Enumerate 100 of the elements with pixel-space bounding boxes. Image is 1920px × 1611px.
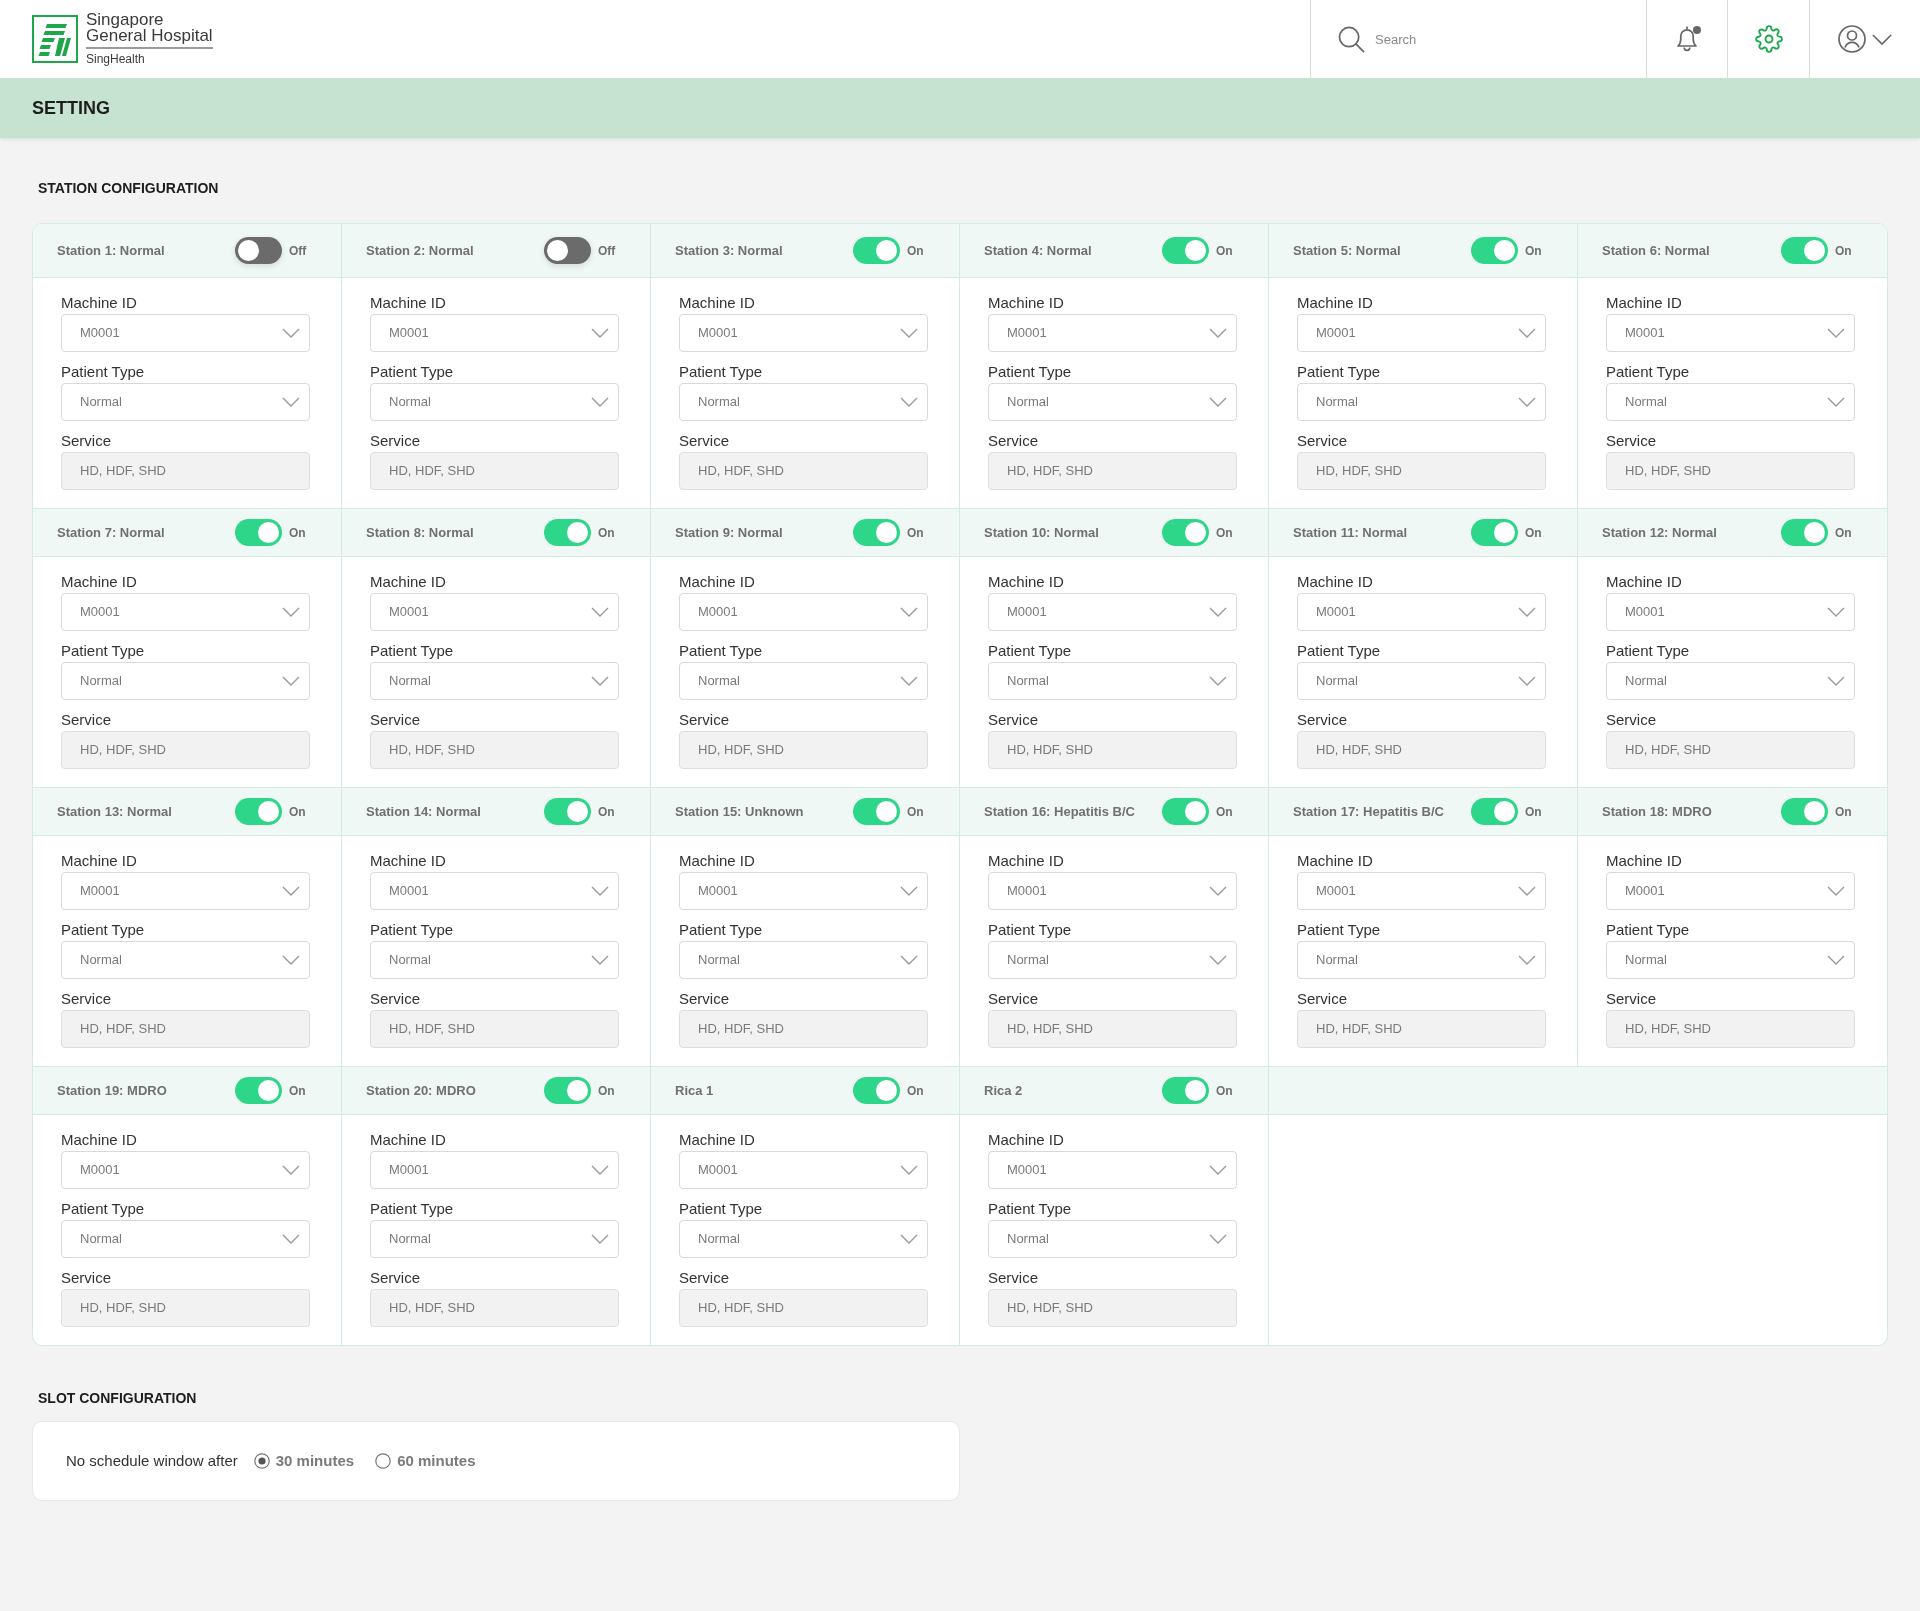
toggle-switch[interactable] bbox=[1471, 798, 1518, 825]
dropdown-field[interactable]: Normal bbox=[679, 941, 928, 979]
dropdown-field[interactable]: Normal bbox=[1606, 941, 1855, 979]
toggle-switch[interactable] bbox=[235, 1077, 282, 1104]
readonly-field[interactable]: HD, HDF, SHD bbox=[61, 1010, 310, 1048]
field-label: Machine ID bbox=[370, 573, 446, 591]
dropdown-field[interactable]: Normal bbox=[1297, 383, 1546, 421]
dropdown-field[interactable]: Normal bbox=[988, 383, 1237, 421]
readonly-field[interactable]: HD, HDF, SHD bbox=[679, 452, 928, 490]
readonly-field[interactable]: HD, HDF, SHD bbox=[679, 731, 928, 769]
chevron-down-icon bbox=[900, 955, 918, 965]
dropdown-field[interactable]: M0001 bbox=[1297, 593, 1546, 631]
dropdown-field[interactable]: M0001 bbox=[370, 593, 619, 631]
toggle-switch[interactable] bbox=[1162, 1077, 1209, 1104]
dropdown-field[interactable]: Normal bbox=[61, 383, 310, 421]
dropdown-field[interactable]: M0001 bbox=[988, 1151, 1237, 1189]
toggle-switch[interactable] bbox=[1162, 237, 1209, 264]
readonly-field[interactable]: HD, HDF, SHD bbox=[1606, 1010, 1855, 1048]
toggle-switch[interactable] bbox=[544, 798, 591, 825]
chevron-down-icon bbox=[900, 886, 918, 896]
toggle-switch[interactable] bbox=[1162, 519, 1209, 546]
toggle-switch[interactable] bbox=[544, 237, 591, 264]
dropdown-field[interactable]: M0001 bbox=[1606, 314, 1855, 352]
dropdown-field[interactable]: M0001 bbox=[1297, 872, 1546, 910]
toggle-switch[interactable] bbox=[853, 1077, 900, 1104]
dropdown-field[interactable]: M0001 bbox=[1606, 593, 1855, 631]
dropdown-field[interactable]: Normal bbox=[988, 941, 1237, 979]
dropdown-field[interactable]: M0001 bbox=[679, 872, 928, 910]
station-name: Station 19: MDRO bbox=[57, 1081, 167, 1100]
toggle-switch[interactable] bbox=[235, 798, 282, 825]
dropdown-field[interactable]: M0001 bbox=[370, 314, 619, 352]
dropdown-field[interactable]: M0001 bbox=[61, 593, 310, 631]
readonly-field[interactable]: HD, HDF, SHD bbox=[61, 1289, 310, 1327]
dropdown-field[interactable]: Normal bbox=[1297, 662, 1546, 700]
dropdown-field[interactable]: Normal bbox=[679, 383, 928, 421]
dropdown-field[interactable]: M0001 bbox=[1297, 314, 1546, 352]
dropdown-field[interactable]: Normal bbox=[370, 941, 619, 979]
dropdown-field[interactable]: Normal bbox=[988, 662, 1237, 700]
toggle-switch[interactable] bbox=[1162, 798, 1209, 825]
readonly-field[interactable]: HD, HDF, SHD bbox=[370, 1289, 619, 1327]
dropdown-field[interactable]: Normal bbox=[1606, 383, 1855, 421]
field-label: Service bbox=[1297, 432, 1348, 450]
toggle-switch[interactable] bbox=[544, 1077, 591, 1104]
toggle-switch[interactable] bbox=[1471, 237, 1518, 264]
dropdown-field[interactable]: M0001 bbox=[988, 872, 1237, 910]
readonly-field[interactable]: HD, HDF, SHD bbox=[988, 1010, 1237, 1048]
dropdown-field[interactable]: M0001 bbox=[679, 1151, 928, 1189]
readonly-field[interactable]: HD, HDF, SHD bbox=[1297, 731, 1546, 769]
toggle-switch[interactable] bbox=[853, 798, 900, 825]
readonly-field[interactable]: HD, HDF, SHD bbox=[370, 452, 619, 490]
toggle-switch[interactable] bbox=[235, 519, 282, 546]
dropdown-field[interactable]: Normal bbox=[1606, 662, 1855, 700]
readonly-field[interactable]: HD, HDF, SHD bbox=[370, 731, 619, 769]
search-field[interactable]: Search bbox=[1375, 27, 1595, 51]
readonly-field[interactable]: HD, HDF, SHD bbox=[1606, 452, 1855, 490]
dropdown-field[interactable]: Normal bbox=[61, 662, 310, 700]
toggle-switch[interactable] bbox=[853, 519, 900, 546]
radio-option[interactable]: 30 minutes bbox=[253, 1449, 355, 1473]
toggle-switch[interactable] bbox=[544, 519, 591, 546]
dropdown-field[interactable]: M0001 bbox=[370, 872, 619, 910]
dropdown-field[interactable]: M0001 bbox=[1606, 872, 1855, 910]
toggle-switch[interactable] bbox=[1781, 237, 1828, 264]
readonly-field[interactable]: HD, HDF, SHD bbox=[1297, 1010, 1546, 1048]
field-label: Machine ID bbox=[679, 573, 755, 591]
dropdown-field[interactable]: M0001 bbox=[988, 593, 1237, 631]
dropdown-field[interactable]: Normal bbox=[679, 662, 928, 700]
readonly-field[interactable]: HD, HDF, SHD bbox=[988, 1289, 1237, 1327]
readonly-field[interactable]: HD, HDF, SHD bbox=[679, 1010, 928, 1048]
field-label: Machine ID bbox=[1297, 294, 1373, 312]
toggle-switch[interactable] bbox=[853, 237, 900, 264]
dropdown-field[interactable]: Normal bbox=[370, 662, 619, 700]
dropdown-field[interactable]: Normal bbox=[61, 941, 310, 979]
readonly-field[interactable]: HD, HDF, SHD bbox=[1606, 731, 1855, 769]
readonly-field[interactable]: HD, HDF, SHD bbox=[679, 1289, 928, 1327]
dropdown-field[interactable]: M0001 bbox=[679, 593, 928, 631]
readonly-field[interactable]: HD, HDF, SHD bbox=[61, 452, 310, 490]
toggle-switch[interactable] bbox=[1471, 519, 1518, 546]
readonly-field[interactable]: HD, HDF, SHD bbox=[61, 731, 310, 769]
dropdown-field[interactable]: Normal bbox=[679, 1220, 928, 1258]
dropdown-field[interactable]: Normal bbox=[61, 1220, 310, 1258]
dropdown-field[interactable]: Normal bbox=[1297, 941, 1546, 979]
readonly-field[interactable]: HD, HDF, SHD bbox=[988, 452, 1237, 490]
dropdown-field[interactable]: Normal bbox=[988, 1220, 1237, 1258]
toggle-switch[interactable] bbox=[1781, 519, 1828, 546]
toggle-switch[interactable] bbox=[1781, 798, 1828, 825]
readonly-field[interactable]: HD, HDF, SHD bbox=[1297, 452, 1546, 490]
dropdown-field[interactable]: Normal bbox=[370, 383, 619, 421]
readonly-field[interactable]: HD, HDF, SHD bbox=[988, 731, 1237, 769]
station-name: Station 17: Hepatitis B/C bbox=[1293, 802, 1444, 821]
dropdown-field[interactable]: M0001 bbox=[61, 314, 310, 352]
dropdown-field[interactable]: M0001 bbox=[679, 314, 928, 352]
dropdown-field[interactable]: M0001 bbox=[988, 314, 1237, 352]
toggle-switch[interactable] bbox=[235, 237, 282, 264]
dropdown-field[interactable]: Normal bbox=[370, 1220, 619, 1258]
radio-option[interactable]: 60 minutes bbox=[375, 1449, 476, 1473]
readonly-field[interactable]: HD, HDF, SHD bbox=[370, 1010, 619, 1048]
toggle-label: On bbox=[907, 242, 925, 260]
dropdown-field[interactable]: M0001 bbox=[61, 872, 310, 910]
dropdown-field[interactable]: M0001 bbox=[61, 1151, 310, 1189]
dropdown-field[interactable]: M0001 bbox=[370, 1151, 619, 1189]
